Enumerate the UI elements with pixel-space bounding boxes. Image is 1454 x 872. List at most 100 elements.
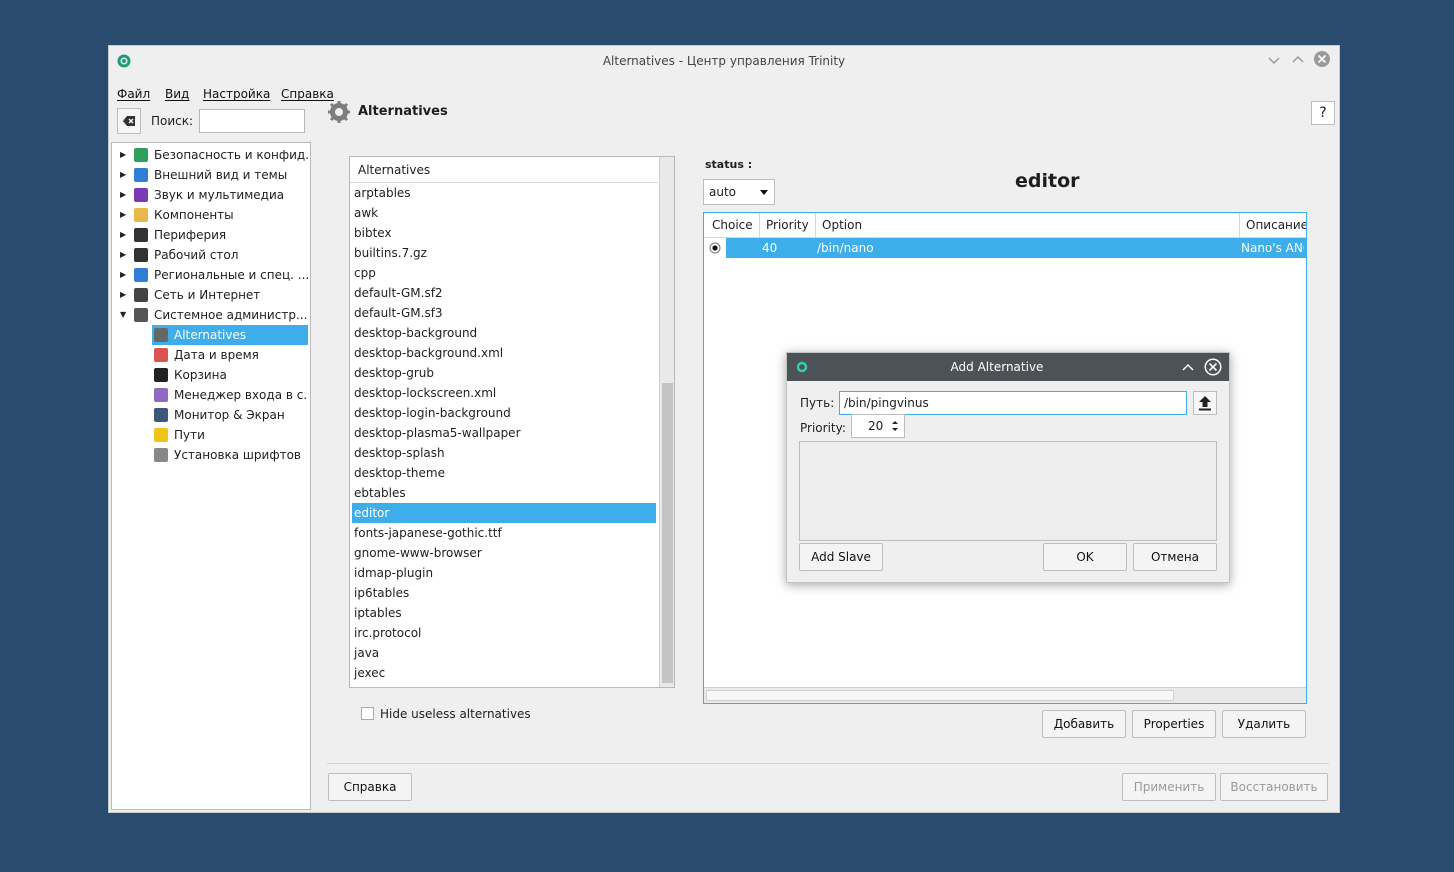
close-icon[interactable] — [1313, 50, 1331, 68]
status-select-value: auto — [709, 185, 737, 199]
menu-help[interactable]: Справка — [281, 87, 334, 101]
tree-item[interactable]: ▶ Региональные и спец. ... — [112, 265, 308, 285]
expanded-arrow-icon[interactable]: ▼ — [120, 305, 126, 325]
minimize-icon[interactable] — [1267, 54, 1281, 68]
choices-hscrollbar-thumb[interactable] — [706, 690, 1174, 701]
list-item[interactable]: cpp — [352, 263, 656, 283]
clear-search-button[interactable] — [117, 108, 141, 134]
tree-item[interactable]: ▶ Компоненты — [112, 205, 308, 225]
tree-item[interactable]: ▶ Сеть и Интернет — [112, 285, 308, 305]
tree-child-item[interactable]: Дата и время — [112, 345, 308, 365]
help-bottom-button[interactable]: Справка — [328, 773, 412, 801]
multimedia-icon — [134, 188, 148, 202]
column-choice[interactable]: Choice — [706, 213, 760, 237]
browse-button[interactable] — [1193, 391, 1217, 415]
tree-child-item[interactable]: Монитор & Экран — [112, 405, 308, 425]
collapsed-arrow-icon[interactable]: ▶ — [120, 245, 126, 265]
list-item[interactable]: iptables — [352, 603, 656, 623]
collapsed-arrow-icon[interactable]: ▶ — [120, 285, 126, 305]
collapsed-arrow-icon[interactable]: ▶ — [120, 165, 126, 185]
list-item[interactable]: default-GM.sf3 — [352, 303, 656, 323]
tree-item-label: Рабочий стол — [154, 248, 239, 262]
tree-item[interactable]: ▼ Системное администр... — [112, 305, 308, 325]
choices-hscrollbar[interactable] — [704, 687, 1306, 703]
hide-useless-checkbox[interactable] — [361, 707, 374, 720]
collapsed-arrow-icon[interactable]: ▶ — [120, 185, 126, 205]
list-item[interactable]: default-GM.sf2 — [352, 283, 656, 303]
tree-item[interactable]: ▶ Безопасность и конфид... — [112, 145, 308, 165]
add-button[interactable]: Добавить — [1042, 710, 1126, 738]
list-item[interactable]: ip6tables — [352, 583, 656, 603]
alternatives-gear-icon — [328, 101, 350, 123]
collapsed-arrow-icon[interactable]: ▶ — [120, 205, 126, 225]
list-item[interactable]: awk — [352, 203, 656, 223]
tree-child-item[interactable]: Пути — [112, 425, 308, 445]
alternatives-scrollbar-thumb[interactable] — [662, 383, 673, 683]
tree-item[interactable]: ▶ Рабочий стол — [112, 245, 308, 265]
list-item[interactable]: irc.protocol — [352, 623, 656, 643]
tree-item[interactable]: ▶ Звук и мультимедиа — [112, 185, 308, 205]
menu-file[interactable]: Файл — [117, 87, 150, 101]
tree-item[interactable]: ▶ Периферия — [112, 225, 308, 245]
collapsed-arrow-icon[interactable]: ▶ — [120, 145, 126, 165]
tree-item[interactable]: ▶ Внешний вид и темы — [112, 165, 308, 185]
list-item[interactable]: editor — [352, 503, 656, 523]
help-button[interactable]: ? — [1311, 101, 1335, 125]
list-item[interactable]: desktop-theme — [352, 463, 656, 483]
choice-radio[interactable] — [709, 242, 721, 254]
maximize-icon[interactable] — [1291, 52, 1305, 66]
status-select[interactable]: auto — [703, 179, 775, 205]
list-item[interactable]: java — [352, 643, 656, 663]
search-input[interactable] — [199, 109, 305, 133]
properties-button[interactable]: Properties — [1132, 710, 1216, 738]
column-description[interactable]: Описание — [1240, 213, 1306, 237]
tree-child-item[interactable]: Корзина — [112, 365, 308, 385]
dialog-title: Add Alternative — [950, 360, 1044, 374]
tree-child-item[interactable]: Установка шрифтов — [112, 445, 308, 465]
restore-button[interactable]: Восстановить — [1220, 773, 1328, 801]
row-description: Nano's ANC — [1241, 241, 1304, 255]
dialog-maximize-icon[interactable] — [1181, 360, 1195, 374]
list-item[interactable]: builtins.7.gz — [352, 243, 656, 263]
dialog-close-icon[interactable] — [1203, 357, 1223, 377]
apply-button[interactable]: Применить — [1122, 773, 1216, 801]
tree-child-label: Монитор & Экран — [174, 408, 285, 422]
menu-view[interactable]: Вид — [165, 87, 189, 101]
list-item[interactable]: idmap-plugin — [352, 563, 656, 583]
menu-settings[interactable]: Настройка — [203, 87, 270, 101]
alternatives-list: Alternatives arptables awk bibtex builtins.… — [349, 156, 675, 688]
list-item[interactable]: desktop-plasma5-wallpaper — [352, 423, 656, 443]
add-slave-button[interactable]: Add Slave — [799, 543, 883, 571]
row-option: /bin/nano — [817, 241, 874, 255]
path-input[interactable]: /bin/pingvinus — [839, 391, 1187, 415]
list-item[interactable]: desktop-grub — [352, 363, 656, 383]
alternatives-scrollbar[interactable] — [659, 157, 674, 687]
list-item[interactable]: desktop-background.xml — [352, 343, 656, 363]
column-option[interactable]: Option — [816, 213, 1240, 237]
tree-child-item[interactable]: Менеджер входа в с... — [112, 385, 308, 405]
list-item[interactable]: desktop-background — [352, 323, 656, 343]
tree-child-label: Корзина — [174, 368, 227, 382]
column-priority[interactable]: Priority — [760, 213, 816, 237]
list-item[interactable]: bibtex — [352, 223, 656, 243]
cancel-button[interactable]: Отмена — [1133, 543, 1217, 571]
calendar-icon — [154, 348, 168, 362]
collapsed-arrow-icon[interactable]: ▶ — [120, 265, 126, 285]
ok-button[interactable]: OK — [1043, 543, 1127, 571]
priority-spinbox[interactable]: 20 — [851, 414, 905, 438]
tree-child-item[interactable]: Alternatives — [112, 325, 308, 345]
alternatives-list-header[interactable]: Alternatives — [350, 157, 658, 183]
delete-button[interactable]: Удалить — [1222, 710, 1306, 738]
list-item[interactable]: jexec — [352, 663, 656, 683]
list-item[interactable]: arptables — [352, 183, 656, 203]
list-item[interactable]: desktop-splash — [352, 443, 656, 463]
table-row[interactable]: 40 /bin/nano Nano's ANC — [704, 238, 1306, 258]
list-item[interactable]: desktop-lockscreen.xml — [352, 383, 656, 403]
list-item[interactable]: desktop-login-background — [352, 403, 656, 423]
list-item[interactable]: ebtables — [352, 483, 656, 503]
priority-value: 20 — [868, 419, 884, 433]
collapsed-arrow-icon[interactable]: ▶ — [120, 225, 126, 245]
list-item[interactable]: fonts-japanese-gothic.ttf — [352, 523, 656, 543]
spin-arrows-icon[interactable] — [890, 419, 900, 433]
list-item[interactable]: gnome-www-browser — [352, 543, 656, 563]
